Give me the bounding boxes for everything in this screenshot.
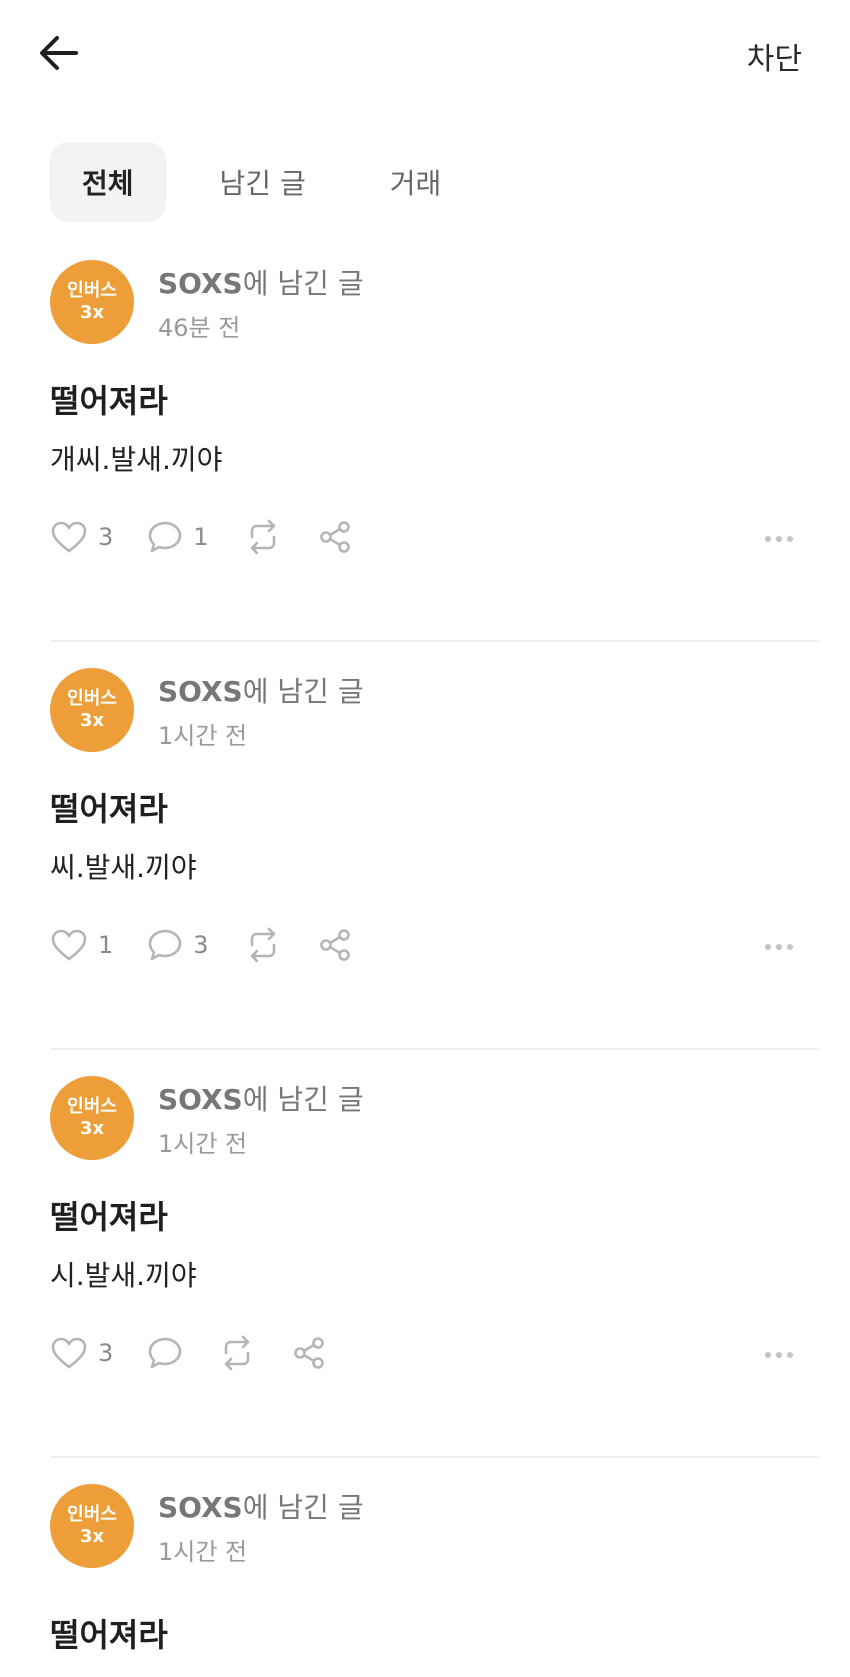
post-item[interactable]: 인버스 3x SOXS에 남긴 글 46분 전 떨어져라 개씨.발새.끼야 3 …: [50, 252, 820, 660]
divider: [50, 640, 820, 642]
more-icon: [764, 936, 794, 955]
post-time: 1시간 전: [158, 1130, 248, 1158]
post-source[interactable]: SOXS에 남긴 글: [158, 1486, 364, 1526]
heart-icon: [50, 1336, 88, 1370]
avatar[interactable]: 인버스 3x: [50, 1076, 134, 1160]
repost-button[interactable]: [243, 519, 283, 555]
post-actions: 1 3: [50, 920, 820, 970]
like-button[interactable]: 1: [50, 928, 113, 962]
post-source-suffix: 에 남긴 글: [242, 267, 364, 300]
comment-button[interactable]: 1: [147, 520, 209, 554]
arrow-left-icon: [38, 35, 80, 75]
post-item[interactable]: 인버스 3x SOXS에 남긴 글 1시간 전 떨어져라 시.발새.끼야 3: [50, 1068, 820, 1476]
repost-icon: [243, 519, 283, 555]
avatar-label-line2: 3x: [79, 1526, 105, 1547]
tab-posts[interactable]: 남긴 글: [190, 142, 336, 222]
post-header: 인버스 3x SOXS에 남긴 글 1시간 전: [50, 1068, 750, 1160]
community-user-posts-page: 차단 전체 남긴 글 거래 인버스 3x SOXS에 남긴 글 46분 전 떨어…: [0, 0, 850, 1677]
avatar-label-line2: 3x: [79, 302, 105, 323]
avatar[interactable]: 인버스 3x: [50, 260, 134, 344]
divider: [50, 1456, 820, 1458]
stock-ticker: SOXS: [158, 1083, 243, 1116]
comment-icon: [147, 520, 183, 554]
post-source-suffix: 에 남긴 글: [242, 1083, 364, 1116]
repost-button[interactable]: [217, 1335, 257, 1371]
like-count: 1: [98, 931, 114, 959]
share-icon: [317, 519, 353, 555]
filter-tabs: 전체 남긴 글 거래: [50, 142, 471, 222]
comment-icon: [147, 928, 183, 962]
post-title: 떨어져라: [50, 1616, 168, 1654]
like-count: 3: [98, 1339, 114, 1367]
repost-button[interactable]: [243, 927, 283, 963]
post-actions: 3 1: [50, 512, 820, 562]
share-icon: [291, 1335, 327, 1371]
post-time: 1시간 전: [158, 722, 248, 750]
heart-icon: [50, 928, 88, 962]
share-button[interactable]: [291, 1335, 327, 1371]
repost-icon: [217, 1335, 257, 1371]
more-button[interactable]: [764, 920, 794, 970]
comment-button[interactable]: 3: [147, 928, 209, 962]
post-item[interactable]: 인버스 3x SOXS에 남긴 글 1시간 전 떨어져라 씨.발새.끼야 1 3: [50, 660, 820, 1068]
post-header: 인버스 3x SOXS에 남긴 글 1시간 전: [50, 660, 750, 752]
stock-ticker: SOXS: [158, 1491, 243, 1524]
avatar[interactable]: 인버스 3x: [50, 1484, 134, 1568]
share-button[interactable]: [317, 519, 353, 555]
block-button[interactable]: 차단: [747, 34, 802, 78]
post-title: 떨어져라: [50, 1198, 168, 1236]
avatar[interactable]: 인버스 3x: [50, 668, 134, 752]
post-source-suffix: 에 남긴 글: [242, 1491, 364, 1524]
post-title: 떨어져라: [50, 790, 168, 828]
like-button[interactable]: 3: [50, 520, 113, 554]
post-time: 46분 전: [158, 314, 241, 342]
tab-all[interactable]: 전체: [50, 142, 166, 222]
post-source[interactable]: SOXS에 남긴 글: [158, 262, 364, 302]
heart-icon: [50, 520, 88, 554]
post-source[interactable]: SOXS에 남긴 글: [158, 670, 364, 710]
post-body: 시.발새.끼야: [50, 1259, 197, 1292]
back-button[interactable]: [34, 30, 84, 80]
top-bar: 차단: [0, 0, 850, 110]
avatar-label-line1: 인버스: [67, 688, 117, 709]
post-source-suffix: 에 남긴 글: [242, 675, 364, 708]
comment-button[interactable]: [147, 1336, 183, 1370]
avatar-label-line2: 3x: [79, 710, 105, 731]
like-count: 3: [98, 523, 114, 551]
post-body: 씨.발새.끼야: [50, 851, 197, 884]
avatar-label-line2: 3x: [79, 1118, 105, 1139]
avatar-label-line1: 인버스: [67, 280, 117, 301]
more-button[interactable]: [764, 512, 794, 562]
more-icon: [764, 528, 794, 547]
post-header: 인버스 3x SOXS에 남긴 글 46분 전: [50, 252, 750, 344]
tab-trades[interactable]: 거래: [360, 142, 472, 222]
post-source[interactable]: SOXS에 남긴 글: [158, 1078, 364, 1118]
post-body: 개씨.발새.끼야: [50, 443, 223, 476]
more-icon: [764, 1344, 794, 1363]
avatar-label-line1: 인버스: [67, 1096, 117, 1117]
stock-ticker: SOXS: [158, 267, 243, 300]
divider: [50, 1048, 820, 1050]
post-header: 인버스 3x SOXS에 남긴 글 1시간 전: [50, 1476, 750, 1568]
more-button[interactable]: [764, 1328, 794, 1378]
repost-icon: [243, 927, 283, 963]
share-button[interactable]: [317, 927, 353, 963]
comment-count: 1: [193, 523, 209, 551]
post-time: 1시간 전: [158, 1538, 248, 1566]
share-icon: [317, 927, 353, 963]
like-button[interactable]: 3: [50, 1336, 113, 1370]
post-title: 떨어져라: [50, 382, 168, 420]
stock-ticker: SOXS: [158, 675, 243, 708]
post-item[interactable]: 인버스 3x SOXS에 남긴 글 1시간 전 떨어져라: [50, 1476, 820, 1677]
comment-icon: [147, 1336, 183, 1370]
comment-count: 3: [193, 931, 209, 959]
post-actions: 3: [50, 1328, 820, 1378]
avatar-label-line1: 인버스: [67, 1504, 117, 1525]
